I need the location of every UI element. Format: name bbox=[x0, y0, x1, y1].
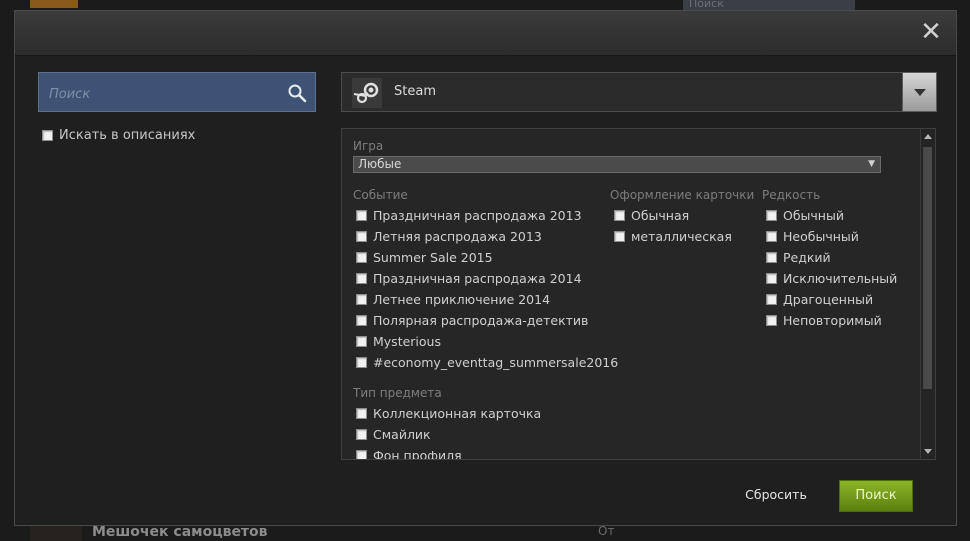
checkbox[interactable] bbox=[356, 408, 367, 419]
scrollbar[interactable] bbox=[920, 129, 935, 459]
event-filter-options: Праздничная распродажа 2013 Летняя распр… bbox=[356, 205, 618, 373]
filter-panel: Игра Любые ▼ Событие Праздничная распрод… bbox=[341, 128, 936, 460]
option-label: Праздничная распродажа 2013 bbox=[373, 208, 582, 223]
checkbox[interactable] bbox=[356, 294, 367, 305]
option-label: #economy_eventtag_summersale2016 bbox=[373, 355, 619, 370]
list-item[interactable]: Фон профиля bbox=[356, 445, 541, 460]
scroll-down-icon[interactable] bbox=[924, 449, 932, 454]
list-item[interactable]: Летняя распродажа 2013 bbox=[356, 226, 618, 247]
steam-logo-icon bbox=[352, 78, 382, 108]
checkbox[interactable] bbox=[356, 252, 367, 263]
checkbox[interactable] bbox=[614, 210, 625, 221]
search-descriptions-option[interactable]: Искать в описаниях bbox=[42, 128, 195, 143]
search-descriptions-checkbox[interactable] bbox=[42, 130, 53, 141]
checkbox[interactable] bbox=[356, 273, 367, 284]
game-select[interactable]: Любые ▼ bbox=[353, 156, 881, 173]
checkbox[interactable] bbox=[356, 336, 367, 347]
scrollbar-thumb[interactable] bbox=[923, 147, 932, 389]
list-item[interactable]: Праздничная распродажа 2014 bbox=[356, 268, 618, 289]
list-item[interactable]: Необычный bbox=[766, 226, 897, 247]
checkbox[interactable] bbox=[356, 450, 367, 459]
background-item-title: Мешочек самоцветов bbox=[92, 524, 268, 540]
card-border-filter-label: Оформление карточки bbox=[610, 188, 755, 202]
checkbox[interactable] bbox=[356, 429, 367, 440]
option-label: Летнее приключение 2014 bbox=[373, 292, 551, 307]
list-item[interactable]: Summer Sale 2015 bbox=[356, 247, 618, 268]
list-item[interactable]: Редкий bbox=[766, 247, 897, 268]
list-item[interactable]: Полярная распродажа-детектив bbox=[356, 310, 618, 331]
search-button[interactable]: Поиск bbox=[839, 480, 913, 512]
item-type-filter-options: Коллекционная карточка Смайлик Фон профи… bbox=[356, 403, 541, 460]
game-select-value: Любые bbox=[358, 157, 402, 171]
option-label: Обычная bbox=[631, 208, 690, 223]
event-filter-label: Событие bbox=[353, 188, 408, 202]
option-label: Летняя распродажа 2013 bbox=[373, 229, 542, 244]
chevron-down-icon[interactable] bbox=[902, 72, 937, 112]
option-label: Обычный bbox=[783, 208, 844, 223]
checkbox[interactable] bbox=[766, 273, 777, 284]
option-label: Редкий bbox=[783, 250, 831, 265]
dialog-header: ✕ bbox=[15, 11, 956, 56]
option-label: Неповторимый bbox=[783, 313, 882, 328]
option-label: Драгоценный bbox=[783, 292, 874, 307]
card-border-filter-options: Обычная металлическая bbox=[614, 205, 732, 247]
search-descriptions-label: Искать в описаниях bbox=[59, 128, 196, 143]
option-label: Mysterious bbox=[373, 334, 441, 349]
game-filter-label: Игра bbox=[353, 139, 384, 153]
option-label: Коллекционная карточка bbox=[373, 406, 542, 421]
search-icon[interactable] bbox=[287, 83, 307, 103]
checkbox[interactable] bbox=[766, 252, 777, 263]
checkbox[interactable] bbox=[356, 231, 367, 242]
app-name: Steam bbox=[394, 84, 436, 99]
advanced-search-dialog: ✕ Искать в описаниях Steam Игра Любые ▼ bbox=[14, 10, 957, 526]
checkbox[interactable] bbox=[766, 315, 777, 326]
search-box bbox=[38, 72, 316, 112]
rarity-filter-options: Обычный Необычный Редкий Исключительный … bbox=[766, 205, 897, 331]
list-item[interactable]: Летнее приключение 2014 bbox=[356, 289, 618, 310]
scroll-up-icon[interactable] bbox=[924, 134, 932, 139]
option-label: Праздничная распродажа 2014 bbox=[373, 271, 582, 286]
reset-button[interactable]: Сбросить bbox=[731, 482, 821, 508]
close-icon[interactable]: ✕ bbox=[920, 19, 942, 45]
search-input[interactable] bbox=[47, 83, 271, 105]
checkbox[interactable] bbox=[356, 210, 367, 221]
list-item[interactable]: Смайлик bbox=[356, 424, 541, 445]
option-label: Исключительный bbox=[783, 271, 898, 286]
option-label: Необычный bbox=[783, 229, 859, 244]
option-label: металлическая bbox=[631, 229, 732, 244]
option-label: Фон профиля bbox=[373, 448, 462, 460]
list-item[interactable]: Обычный bbox=[766, 205, 897, 226]
checkbox[interactable] bbox=[766, 231, 777, 242]
list-item[interactable]: Коллекционная карточка bbox=[356, 403, 541, 424]
list-item[interactable]: металлическая bbox=[614, 226, 732, 247]
checkbox[interactable] bbox=[356, 315, 367, 326]
background-tab bbox=[30, 0, 78, 8]
app-selector[interactable]: Steam bbox=[341, 72, 937, 112]
checkbox[interactable] bbox=[614, 231, 625, 242]
rarity-filter-label: Редкость bbox=[762, 188, 821, 202]
background-from-label: От bbox=[598, 524, 615, 538]
item-type-filter-label: Тип предмета bbox=[353, 386, 442, 400]
list-item[interactable]: #economy_eventtag_summersale2016 bbox=[356, 352, 618, 373]
option-label: Смайлик bbox=[373, 427, 431, 442]
list-item[interactable]: Неповторимый bbox=[766, 310, 897, 331]
list-item[interactable]: Праздничная распродажа 2013 bbox=[356, 205, 618, 226]
list-item[interactable]: Драгоценный bbox=[766, 289, 897, 310]
background-search: Поиск bbox=[683, 0, 855, 10]
checkbox[interactable] bbox=[356, 357, 367, 368]
checkbox[interactable] bbox=[766, 294, 777, 305]
option-label: Summer Sale 2015 bbox=[373, 250, 493, 265]
dropdown-arrow-icon: ▼ bbox=[868, 159, 875, 169]
list-item[interactable]: Mysterious bbox=[356, 331, 618, 352]
option-label: Полярная распродажа-детектив bbox=[373, 313, 589, 328]
list-item[interactable]: Обычная bbox=[614, 205, 732, 226]
checkbox[interactable] bbox=[766, 210, 777, 221]
list-item[interactable]: Исключительный bbox=[766, 268, 897, 289]
